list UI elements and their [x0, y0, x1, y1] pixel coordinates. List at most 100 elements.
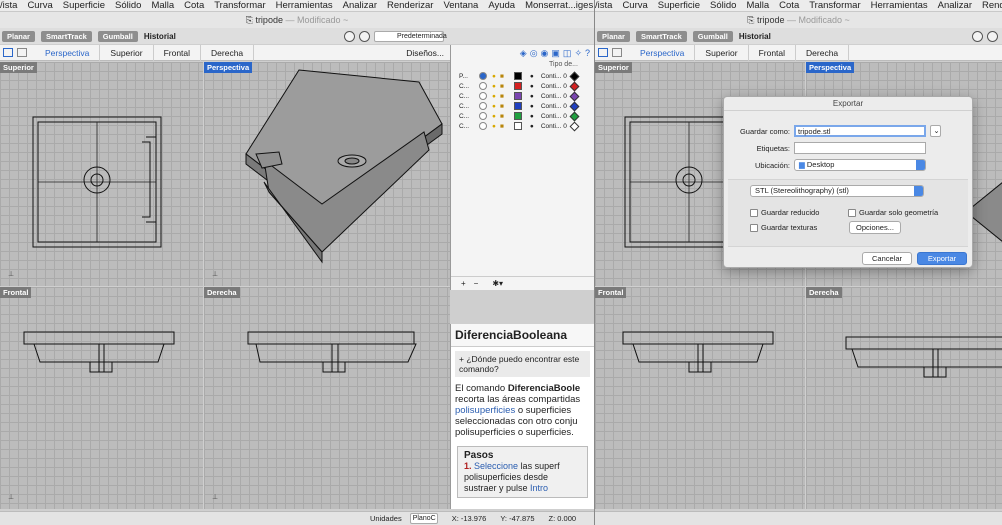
layer-options-icon[interactable]: ✱▾	[492, 279, 503, 288]
cube-icon[interactable]: ▣	[551, 48, 560, 59]
menu-item[interactable]: /ista	[595, 0, 612, 11]
layer-row[interactable]: C... ● ■ ● Conti... 0	[451, 91, 594, 101]
layer-radio[interactable]	[479, 92, 487, 100]
layer-row[interactable]: C... ● ■ ● Conti... 0	[451, 101, 594, 111]
lock-icon[interactable]: ■	[500, 103, 504, 110]
material-icon[interactable]: ●	[530, 83, 534, 90]
layer-color-swatch[interactable]	[513, 102, 522, 110]
key-icon[interactable]	[344, 30, 355, 42]
location-select[interactable]: ▆ Desktop	[794, 159, 926, 171]
print-color-icon[interactable]	[569, 91, 580, 101]
lock-icon[interactable]: ■	[500, 73, 504, 80]
units-label[interactable]: Unidades	[370, 512, 402, 525]
menu-item[interactable]: Superficie	[63, 0, 105, 11]
print-color-icon[interactable]	[569, 121, 580, 131]
menu-item[interactable]: Transformar	[809, 0, 860, 11]
expand-chevron-icon[interactable]: ⌄	[930, 125, 941, 137]
step-link[interactable]: Seleccione	[474, 461, 518, 471]
menu-item[interactable]: Ayuda	[488, 0, 515, 11]
menu-item[interactable]: Renderizar	[387, 0, 433, 11]
menu-item[interactable]: Sólido	[115, 0, 141, 11]
viewport-label[interactable]: Derecha	[204, 287, 240, 298]
layer-color-swatch[interactable]	[513, 92, 522, 100]
menu-item[interactable]: Malla	[746, 0, 769, 11]
historial-button[interactable]: Historial	[144, 32, 176, 41]
viewport-derecha[interactable]: Derecha ⊥	[204, 287, 450, 509]
material-icon[interactable]: ●	[530, 103, 534, 110]
cb-geometry-row[interactable]: Guardar solo geometría	[848, 208, 938, 217]
viewport-label[interactable]: Frontal	[0, 287, 32, 298]
tab-perspectiva[interactable]: Perspectiva	[35, 44, 101, 61]
layouts-button[interactable]: Diseños...	[406, 48, 450, 58]
modified-indicator[interactable]: — Modificado ~	[285, 15, 348, 25]
viewport-frontal[interactable]: Frontal ⊥	[0, 287, 203, 509]
viewport-label[interactable]: Superior	[0, 62, 37, 73]
menu-item[interactable]: Curva	[622, 0, 647, 11]
material-icon[interactable]: ●	[530, 113, 534, 120]
viewport-derecha[interactable]: Derecha	[806, 287, 1002, 509]
menu-item[interactable]: Ventana	[443, 0, 478, 11]
layers-icon[interactable]: ◈	[520, 48, 527, 59]
gumball-button[interactable]: Gumball	[97, 30, 138, 42]
gumball-button[interactable]: Gumball	[692, 30, 733, 42]
tab-frontal[interactable]: Frontal	[749, 44, 797, 61]
viewport-label[interactable]: Superior	[595, 62, 632, 73]
viewport-label[interactable]: Frontal	[595, 287, 627, 298]
current-layer-radio[interactable]	[479, 72, 487, 80]
menu-item[interactable]: Transformar	[214, 0, 265, 11]
textures-checkbox[interactable]	[750, 223, 758, 232]
lightbulb-icon[interactable]: ●	[492, 83, 496, 90]
remove-layer-icon[interactable]: −	[474, 279, 479, 288]
layer-color-swatch[interactable]	[513, 82, 522, 90]
key-icon[interactable]	[972, 30, 983, 42]
menu-item-user[interactable]: Monserrat...iges L	[525, 0, 594, 11]
layer-row[interactable]: C... ● ■ ● Conti... 0	[451, 81, 594, 91]
viewport-superior[interactable]: Superior ⊥	[0, 62, 203, 286]
cancel-button[interactable]: Cancelar	[862, 252, 912, 265]
help-body-link[interactable]: polisuperficies	[455, 405, 515, 416]
menu-item[interactable]: Cota	[779, 0, 799, 11]
materials-icon[interactable]: ◫	[563, 48, 572, 59]
single-view-icon[interactable]	[17, 48, 27, 57]
tags-input[interactable]	[794, 142, 926, 154]
tab-derecha[interactable]: Derecha	[796, 44, 850, 61]
smarttrack-button[interactable]: SmartTrack	[635, 30, 687, 42]
material-icon[interactable]: ●	[530, 123, 534, 130]
menu-item[interactable]: Malla	[151, 0, 174, 11]
lights-icon[interactable]: ✧	[574, 48, 582, 59]
viewport-label[interactable]: Perspectiva	[806, 62, 855, 73]
planar-button[interactable]: Planar	[2, 30, 35, 42]
menu-item[interactable]: Renderizar	[982, 0, 1002, 11]
viewport-frontal[interactable]: Frontal	[595, 287, 805, 509]
viewport-label[interactable]: Perspectiva	[204, 62, 253, 73]
current-layer-select[interactable]: Predeterminada	[374, 30, 447, 42]
tab-perspectiva[interactable]: Perspectiva	[630, 44, 696, 61]
options-button[interactable]: Opciones...	[849, 221, 901, 234]
modified-indicator[interactable]: — Modificado ~	[787, 15, 850, 25]
viewport-perspectiva[interactable]: Perspectiva ⊥	[204, 62, 450, 286]
layer-color-swatch[interactable]	[513, 112, 522, 120]
menu-item[interactable]: Sólido	[710, 0, 736, 11]
material-icon[interactable]: ●	[530, 93, 534, 100]
print-color-icon[interactable]	[569, 81, 580, 91]
lightbulb-icon[interactable]: ●	[492, 103, 496, 110]
cb-textures-row[interactable]: Guardar texturas	[750, 223, 817, 232]
layer-radio[interactable]	[479, 112, 487, 120]
lightbulb-icon[interactable]: ●	[492, 123, 496, 130]
lock-icon[interactable]: ■	[500, 113, 504, 120]
tab-derecha[interactable]: Derecha	[201, 44, 255, 61]
layer-row[interactable]: C... ● ■ ● Conti... 0	[451, 121, 594, 131]
tab-superior[interactable]: Superior	[695, 44, 749, 61]
lock-icon[interactable]: ■	[500, 123, 504, 130]
layer-radio[interactable]	[479, 122, 487, 130]
lock-icon[interactable]: ■	[500, 93, 504, 100]
help-icon[interactable]: ?	[585, 48, 590, 58]
lightbulb-icon[interactable]: ●	[492, 73, 496, 80]
menu-item[interactable]: Cota	[184, 0, 204, 11]
layer-row[interactable]: P... ● ■ ● Conti... 0	[451, 71, 594, 81]
planar-button[interactable]: Planar	[597, 30, 630, 42]
record-icon[interactable]	[987, 30, 998, 42]
export-button[interactable]: Exportar	[917, 252, 967, 265]
geometry-only-checkbox[interactable]	[848, 208, 856, 217]
print-color-icon[interactable]	[569, 71, 580, 81]
